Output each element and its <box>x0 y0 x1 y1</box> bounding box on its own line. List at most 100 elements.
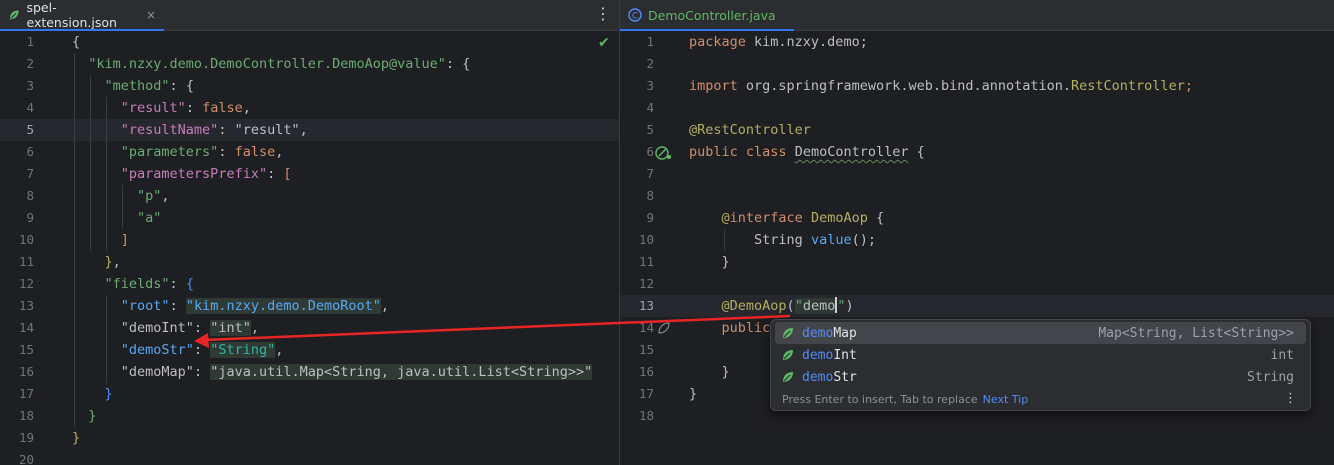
line-number: 20 <box>18 452 34 465</box>
line-number: 8 <box>26 188 34 203</box>
line-number: 1 <box>646 34 654 49</box>
json-value: "p" <box>137 188 162 204</box>
json-key: "method" <box>104 78 170 94</box>
code-line: } <box>72 405 96 427</box>
code-line: "result": false, <box>120 100 251 116</box>
line-number: 13 <box>638 298 654 313</box>
type-name: String <box>754 232 803 248</box>
completion-item-demostr[interactable]: demo Str String <box>775 366 1306 388</box>
line-number: 15 <box>18 342 34 357</box>
class-name: DemoController <box>794 144 909 160</box>
spring-leaf-gutter-icon[interactable] <box>657 321 671 335</box>
paren: ) <box>845 298 854 314</box>
completion-match: demo <box>802 347 834 363</box>
json-editor-pane: spel-extension.json × ⋮ 1 2 3 4 5 6 7 8 … <box>0 0 619 465</box>
code-line: "a" <box>72 207 161 229</box>
code-line: @interface DemoAop { <box>721 210 885 226</box>
package-name: kim.nzxy.demo; <box>745 34 868 50</box>
code-completion-popup: demo Map Map<String, List<String>> demo In… <box>770 319 1311 411</box>
line-number: 15 <box>638 342 654 357</box>
tab-democontroller-java[interactable]: C DemoController.java <box>620 0 794 31</box>
json-value: "a" <box>137 210 162 226</box>
spring-bean-gutter-icon[interactable] <box>655 145 673 161</box>
brace: } <box>721 254 730 270</box>
editor-options-icon[interactable]: ⋮ <box>595 6 611 22</box>
code-line: @DemoAop("demo ") <box>689 295 854 317</box>
code-line: "kim.nzxy.demo.DemoController.DemoAop@va… <box>88 56 471 72</box>
completion-item-demoint[interactable]: demo Int int <box>775 344 1306 366</box>
code-line: "method": { <box>104 78 194 94</box>
json-brace: { <box>185 78 194 94</box>
line-number: 7 <box>26 166 34 181</box>
completion-rest: Map <box>833 325 857 341</box>
json-key: "demoInt" <box>120 320 194 336</box>
completion-options-icon[interactable]: ⋮ <box>1284 391 1297 406</box>
brace: } <box>721 364 730 380</box>
line-number: 14 <box>18 320 34 335</box>
json-key: "root" <box>120 298 170 314</box>
completion-type: String <box>1247 369 1294 385</box>
code-line: "parametersPrefix": [ <box>120 166 292 182</box>
code-line: "demoMap": "java.util.Map<String, java.u… <box>120 364 593 380</box>
keyword: import <box>689 78 738 94</box>
keyword: package <box>689 34 746 50</box>
line-number: 11 <box>638 254 654 269</box>
parens: (); <box>851 232 876 248</box>
line-number: 5 <box>646 122 654 137</box>
code-line: package kim.nzxy.demo; <box>689 31 868 53</box>
json-key: "demoMap" <box>120 364 194 380</box>
next-tip-link[interactable]: Next Tip <box>983 393 1029 406</box>
close-tab-icon[interactable]: × <box>146 8 156 22</box>
semicolon: ; <box>1184 78 1193 94</box>
keyword: public class <box>689 144 787 160</box>
import-class: RestController <box>1071 78 1185 94</box>
tab-title: spel-extension.json <box>26 0 117 30</box>
line-number: 17 <box>18 386 34 401</box>
completion-item-demomap[interactable]: demo Map Map<String, List<String>> <box>775 322 1306 344</box>
json-value: "result" <box>234 122 300 138</box>
line-number: 11 <box>18 254 34 269</box>
json-key: "kim.nzxy.demo.DemoController.DemoAop@va… <box>88 56 446 72</box>
import-path: org.springframework.web.bind.annotation. <box>737 78 1072 94</box>
code-line: String value(); <box>689 229 876 251</box>
code-line: public class DemoController { <box>689 141 925 163</box>
code-line: } <box>689 361 730 383</box>
line-number: 12 <box>638 276 654 291</box>
string-quote: " <box>794 298 803 314</box>
completion-match: demo <box>802 325 834 341</box>
line-number: 6 <box>26 144 34 159</box>
line-number: 9 <box>26 210 34 225</box>
paren: ( <box>786 298 795 314</box>
json-value: "kim.nzxy.demo.DemoRoot" <box>185 298 381 314</box>
json-value: "String" <box>210 342 276 358</box>
completion-type: int <box>1270 347 1294 363</box>
code-line: @RestController <box>689 119 811 141</box>
code-line: ] <box>120 232 129 248</box>
tab-spel-extension-json[interactable]: spel-extension.json × <box>0 0 164 31</box>
annotation: @DemoAop <box>721 298 787 314</box>
line-number: 4 <box>26 100 34 115</box>
json-value: false <box>234 144 276 160</box>
json-key: "parametersPrefix" <box>120 166 268 182</box>
spring-leaf-icon <box>783 328 793 338</box>
annotation: @ <box>721 210 730 226</box>
json-code-area[interactable]: 1 2 3 4 5 6 7 8 9 10 11 12 13 14 15 16 1… <box>0 31 619 465</box>
line-number: 18 <box>638 408 654 423</box>
json-key: "result" <box>120 100 186 116</box>
ide-window: spel-extension.json × ⋮ 1 2 3 4 5 6 7 8 … <box>0 0 1334 465</box>
json-key: "resultName" <box>120 122 219 138</box>
svg-text:C: C <box>632 12 638 22</box>
json-brace: } <box>88 408 97 424</box>
left-tab-bar: spel-extension.json × ⋮ <box>0 0 619 31</box>
code-line: import org.springframework.web.bind.anno… <box>689 75 1193 97</box>
line-number: 3 <box>646 78 654 93</box>
code-line: { <box>72 31 80 53</box>
completion-match: demo <box>802 369 834 385</box>
no-problems-check-icon[interactable]: ✔ <box>598 35 610 51</box>
line-number: 18 <box>18 408 34 423</box>
line-number: 16 <box>638 364 654 379</box>
json-value: false <box>202 100 243 116</box>
json-brace: } <box>72 430 81 446</box>
code-line: } <box>689 251 730 273</box>
code-line: } <box>104 386 113 402</box>
